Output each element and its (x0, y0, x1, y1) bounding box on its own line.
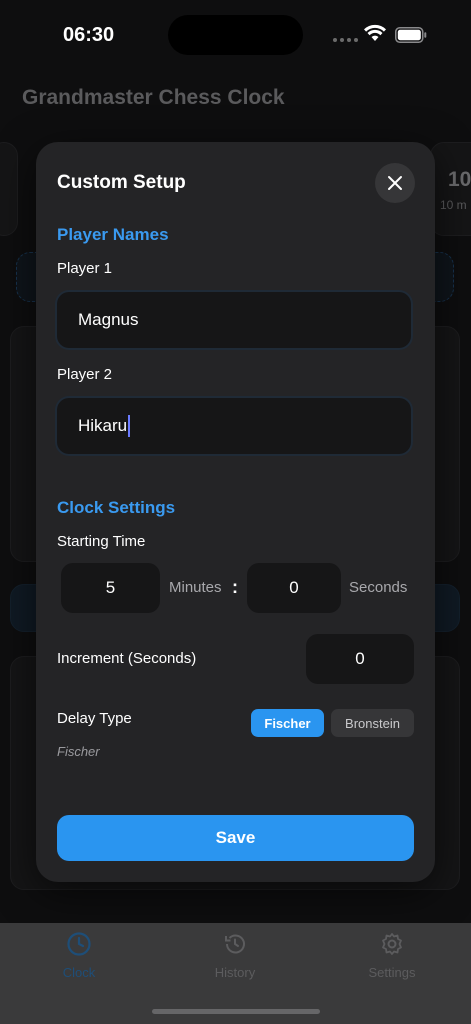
delay-type-label: Delay Type (57, 710, 132, 727)
battery-icon (395, 27, 427, 43)
delay-option-bronstein[interactable]: Bronstein (331, 709, 414, 737)
status-time: 06:30 (63, 24, 115, 46)
clock-settings-heading: Clock Settings (57, 498, 176, 517)
wifi-icon (364, 24, 386, 41)
player1-value: Magnus (78, 310, 139, 329)
clock-icon (67, 932, 91, 956)
increment-input[interactable]: 0 (306, 634, 414, 684)
tab-clock-label: Clock (62, 965, 96, 980)
increment-value: 0 (355, 649, 365, 668)
tab-settings[interactable]: Settings (332, 931, 452, 980)
tab-settings-label: Settings (368, 965, 416, 980)
custom-setup-modal: Custom Setup Player Names Player 1 Magnu… (36, 142, 435, 882)
text-caret (128, 415, 131, 437)
tab-history[interactable]: History (175, 931, 295, 980)
dynamic-island (168, 15, 303, 55)
app-title: Grandmaster Chess Clock (22, 86, 285, 109)
status-bar: 06:30 (0, 0, 471, 70)
player1-label: Player 1 (57, 260, 113, 277)
player2-value: Hikaru (78, 416, 128, 435)
tab-clock[interactable]: Clock (19, 931, 139, 980)
minutes-unit-label: Minutes (169, 579, 222, 596)
time-separator: : (232, 577, 238, 597)
gear-icon (382, 933, 402, 955)
starting-time-label: Starting Time (57, 533, 146, 550)
player2-input[interactable]: Hikaru (57, 398, 411, 454)
cellular-signal-icon (333, 38, 358, 42)
delay-option-fischer[interactable]: Fischer (251, 709, 324, 737)
minutes-input[interactable]: 5 (61, 563, 160, 613)
increment-label: Increment (Seconds) (57, 650, 197, 667)
background-preset-value: 10 (448, 168, 471, 191)
seconds-value: 0 (289, 578, 299, 597)
history-icon (225, 934, 245, 954)
background-preset-sub: 10 m (440, 198, 467, 212)
player2-label: Player 2 (57, 366, 113, 383)
close-icon (388, 176, 402, 190)
minutes-value: 5 (105, 578, 116, 597)
background-preset-card (0, 142, 18, 236)
close-button[interactable] (375, 163, 415, 203)
seconds-input[interactable]: 0 (247, 563, 341, 613)
seconds-unit-label: Seconds (349, 579, 408, 596)
home-indicator (152, 1009, 320, 1014)
player-names-heading: Player Names (57, 225, 169, 244)
tab-history-label: History (214, 965, 256, 980)
player1-input[interactable]: Magnus (57, 292, 411, 348)
modal-title: Custom Setup (57, 172, 186, 193)
save-button[interactable]: Save (57, 815, 414, 861)
delay-type-description: Fischer (57, 744, 100, 759)
